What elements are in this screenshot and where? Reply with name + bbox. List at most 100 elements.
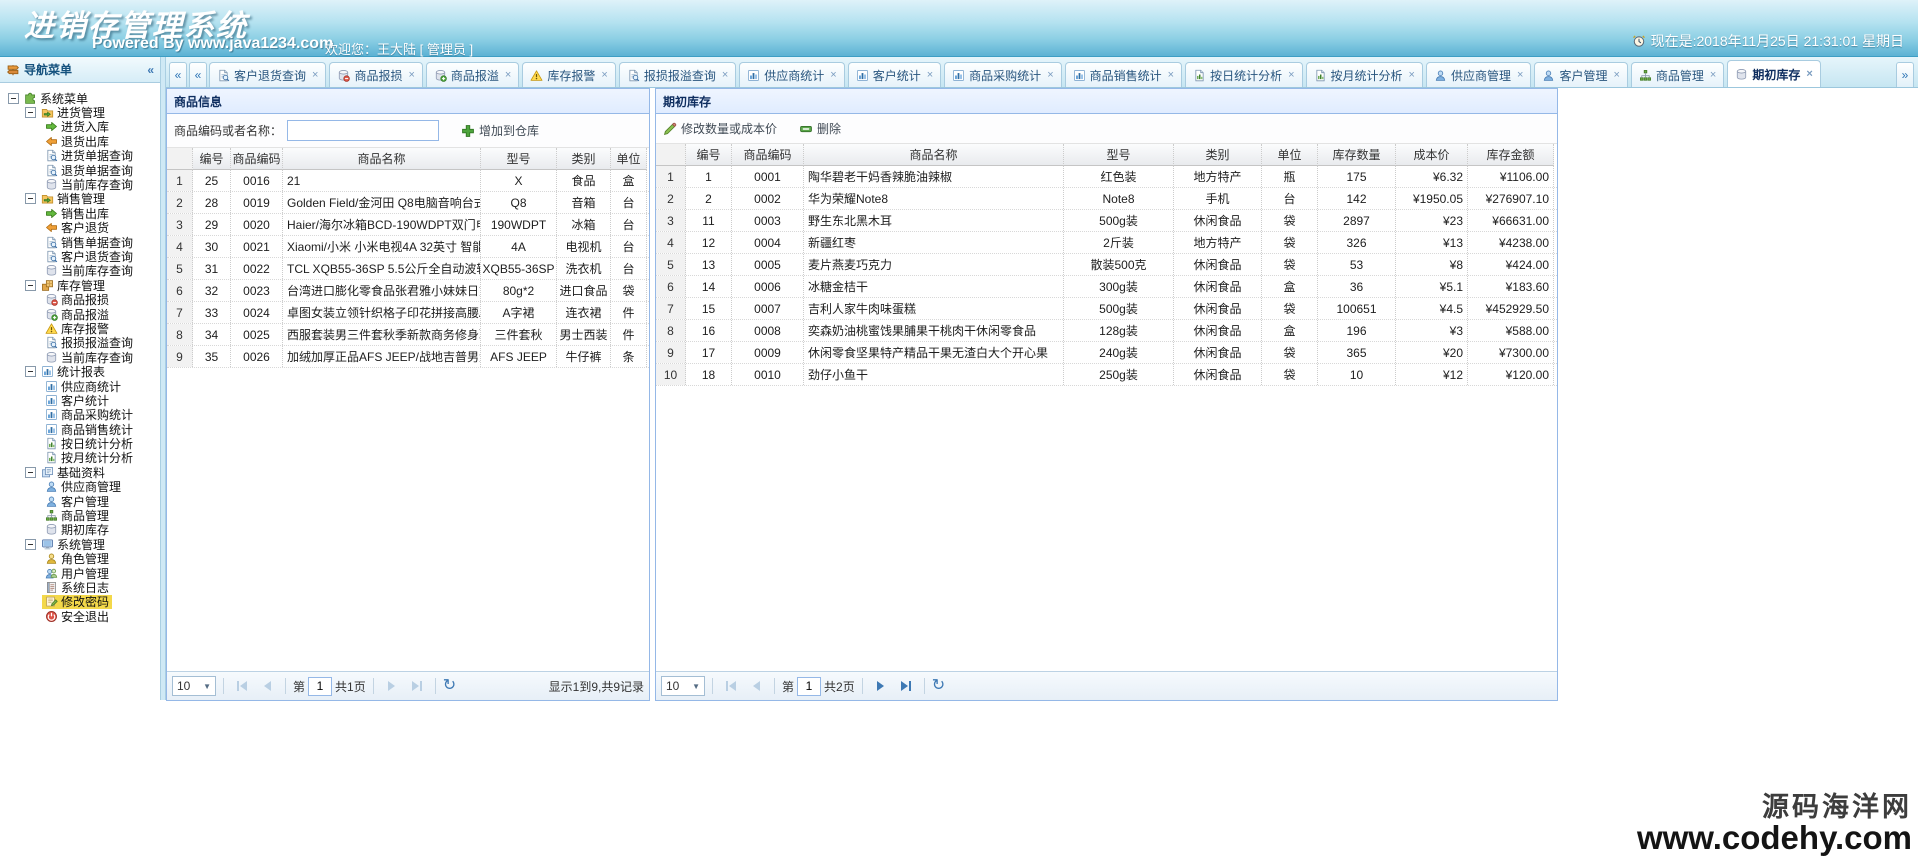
- add-to-warehouse-button[interactable]: 增加到仓库: [461, 122, 539, 139]
- stock-panel: 期初库存 修改数量或成本价 删除 编号商品编码商品名称型号类别单位库存数量成本价…: [655, 88, 1558, 701]
- tab-客户统计[interactable]: 客户统计×: [848, 62, 941, 87]
- table-row[interactable]: 4120004新疆红枣2斤装地方特产袋326¥13¥4238.00: [656, 232, 1557, 254]
- table-row[interactable]: 6320023台湾进口膨化零食品张君雅小妹妹日式串烧丸80g*2进口食品袋: [167, 280, 649, 302]
- table-row[interactable]: 4300021Xiaomi/小米 小米电视4A 32英寸 智能液晶平4A电视机台: [167, 236, 649, 258]
- tab-商品报溢[interactable]: 商品报溢 ×: [426, 62, 519, 87]
- tab-close-icon[interactable]: ×: [505, 69, 511, 81]
- table-row[interactable]: 7150007吉利人家牛肉味蛋糕500g装休闲食品袋100651¥4.5¥452…: [656, 298, 1557, 320]
- goods-page-size-select[interactable]: 10▼: [172, 676, 216, 696]
- tab-客户管理[interactable]: 客户管理×: [1534, 62, 1627, 87]
- tab-close-icon[interactable]: ×: [1168, 69, 1174, 81]
- tab-客户退货查询[interactable]: 客户退货查询×: [209, 62, 326, 87]
- goods-search-input[interactable]: [287, 120, 439, 141]
- tabs-scroll-left-button[interactable]: «: [189, 62, 207, 87]
- stock-first-page-button[interactable]: [720, 675, 742, 697]
- tab-label: 商品报溢: [451, 67, 499, 84]
- tab-供应商统计[interactable]: 供应商统计×: [739, 62, 844, 87]
- tab-按月统计分析[interactable]: 按月统计分析×: [1306, 62, 1423, 87]
- tab-close-icon[interactable]: ×: [1288, 69, 1294, 81]
- table-row[interactable]: 5130005麦片燕麦巧克力散装500克休闲食品袋53¥8¥424.00: [656, 254, 1557, 276]
- table-row[interactable]: 110001陶华碧老干妈香辣脆油辣椒红色装地方特产瓶175¥6.32¥1106.…: [656, 166, 1557, 188]
- goods-pager: 10▼ 第 共1页 ↻ 显示1到9,共9记录: [167, 671, 649, 700]
- delete-button[interactable]: 删除: [799, 120, 841, 137]
- tab-报损报溢查询[interactable]: 报损报溢查询×: [619, 62, 736, 87]
- tab-close-icon[interactable]: ×: [1613, 69, 1619, 81]
- goods-first-page-button[interactable]: [231, 675, 253, 697]
- tab-期初库存[interactable]: 期初库存×: [1727, 60, 1820, 87]
- app-header: 进销存管理系统 Powered By www.java1234.com 欢迎您：…: [0, 0, 1918, 57]
- tree-collapse-icon[interactable]: [25, 193, 36, 204]
- tab-供应商管理[interactable]: 供应商管理×: [1426, 62, 1531, 87]
- goods-prev-page-button[interactable]: [256, 675, 278, 697]
- stock-prev-page-button[interactable]: [745, 675, 767, 697]
- arrowin-icon: [45, 120, 58, 133]
- tab-close-icon[interactable]: ×: [1710, 69, 1716, 81]
- table-row[interactable]: 5310022TCL XQB55-36SP 5.5公斤全自动波轮迷你小XQB55…: [167, 258, 649, 280]
- tree-collapse-icon[interactable]: [8, 93, 19, 104]
- tab-商品销售统计[interactable]: 商品销售统计×: [1065, 62, 1182, 87]
- db-icon: [1735, 68, 1748, 81]
- table-row[interactable]: 9170009休闲零食坚果特产精品干果无渣白大个开心果240g装休闲食品袋365…: [656, 342, 1557, 364]
- tree-collapse-icon[interactable]: [25, 280, 36, 291]
- tab-close-icon[interactable]: ×: [1517, 69, 1523, 81]
- tab-close-icon[interactable]: ×: [722, 69, 728, 81]
- table-row[interactable]: 125001621X食品盒: [167, 170, 649, 192]
- tab-商品管理[interactable]: 商品管理×: [1631, 62, 1724, 87]
- tree-collapse-icon[interactable]: [25, 366, 36, 377]
- tab-close-icon[interactable]: ×: [1409, 69, 1415, 81]
- tab-按日统计分析[interactable]: 按日统计分析 ×: [1185, 62, 1302, 87]
- tab-close-icon[interactable]: ×: [601, 69, 607, 81]
- tab-close-icon[interactable]: ×: [1047, 69, 1053, 81]
- stock-refresh-button[interactable]: ↻: [932, 678, 945, 694]
- tab-close-icon[interactable]: ×: [927, 69, 933, 81]
- signpost-icon: [6, 63, 20, 77]
- tab-商品报损[interactable]: 商品报损×: [329, 62, 422, 87]
- tree-collapse-icon[interactable]: [25, 107, 36, 118]
- goods-next-page-button[interactable]: [381, 675, 403, 697]
- goods-refresh-button[interactable]: ↻: [443, 678, 456, 694]
- tab-label: 按日统计分析: [1210, 67, 1282, 84]
- cell: 0023: [231, 280, 283, 301]
- table-row[interactable]: 9350026加绒加厚正品AFS JEEP/战地吉普男大码长裤AFS JEEP牛…: [167, 346, 649, 368]
- table-row[interactable]: 8340025西服套装男三件套秋季新款商务修身职业正装三件套秋男士西装件: [167, 324, 649, 346]
- tab-库存报警[interactable]: 库存报警×: [522, 62, 615, 87]
- tab-close-icon[interactable]: ×: [1806, 68, 1812, 80]
- main-area: « « 客户退货查询×商品报损×商品报溢×库存报警×报损报溢查询×供应商统计×客…: [166, 57, 1918, 700]
- stock-last-page-button[interactable]: [895, 675, 917, 697]
- table-row[interactable]: 8160008奕森奶油桃蜜饯果脯果干桃肉干休闲零食品128g装休闲食品盒196¥…: [656, 320, 1557, 342]
- tab-close-icon[interactable]: ×: [408, 69, 414, 81]
- folderin-icon: [41, 106, 54, 119]
- edit-qty-cost-button[interactable]: 修改数量或成本价: [663, 120, 777, 137]
- cell: ¥588.00: [1468, 320, 1554, 341]
- tab-close-icon[interactable]: ×: [830, 69, 836, 81]
- tabs-scroll-right-button[interactable]: »: [1896, 62, 1914, 87]
- sidebar-collapse-button[interactable]: «: [147, 63, 154, 77]
- cell: 进口食品: [557, 280, 611, 301]
- stock-page-input[interactable]: [797, 677, 821, 696]
- table-row[interactable]: 3110003野生东北黑木耳500g装休闲食品袋2897¥23¥66631.00: [656, 210, 1557, 232]
- cards-icon: [41, 466, 54, 479]
- goods-page-input[interactable]: [308, 677, 332, 696]
- table-row[interactable]: 7330024卓图女装立领针织格子印花拼接高腰A字裙20A字裙连衣裙件: [167, 302, 649, 324]
- table-row[interactable]: 6140006冰糖金桔干300g装休闲食品盒36¥5.1¥183.60: [656, 276, 1557, 298]
- panel-collapse-button[interactable]: «: [169, 62, 187, 87]
- tree-collapse-icon[interactable]: [25, 467, 36, 478]
- goods-search-label: 商品编码或者名称：: [174, 122, 282, 139]
- cell: ¥4.5: [1396, 298, 1468, 319]
- stock-next-page-button[interactable]: [870, 675, 892, 697]
- tree-collapse-icon[interactable]: [25, 539, 36, 550]
- table-row[interactable]: 2280019Golden Field/金河田 Q8电脑音响台式多媒体Q8音箱台: [167, 192, 649, 214]
- table-row[interactable]: 220002华为荣耀Note8Note8手机台142¥1950.05¥27690…: [656, 188, 1557, 210]
- cell: 0026: [231, 346, 283, 367]
- persons-icon: [45, 567, 58, 580]
- table-row[interactable]: 10180010劲仔小鱼干250g装休闲食品袋10¥12¥120.00: [656, 364, 1557, 386]
- tab-close-icon[interactable]: ×: [312, 69, 318, 81]
- tab-商品采购统计[interactable]: 商品采购统计×: [944, 62, 1061, 87]
- watermark: 源码海洋网 www.codehy.com: [1637, 794, 1912, 855]
- table-row[interactable]: 3290020Haier/海尔冰箱BCD-190WDPT双门电冰箱大190WDP…: [167, 214, 649, 236]
- goods-pager-info: 显示1到9,共9记录: [549, 678, 644, 695]
- tree-item-安全退出[interactable]: 安全退出: [4, 609, 160, 623]
- stock-page-size-select[interactable]: 10▼: [661, 676, 705, 696]
- goods-last-page-button[interactable]: [406, 675, 428, 697]
- cell: 休闲食品: [1174, 364, 1262, 385]
